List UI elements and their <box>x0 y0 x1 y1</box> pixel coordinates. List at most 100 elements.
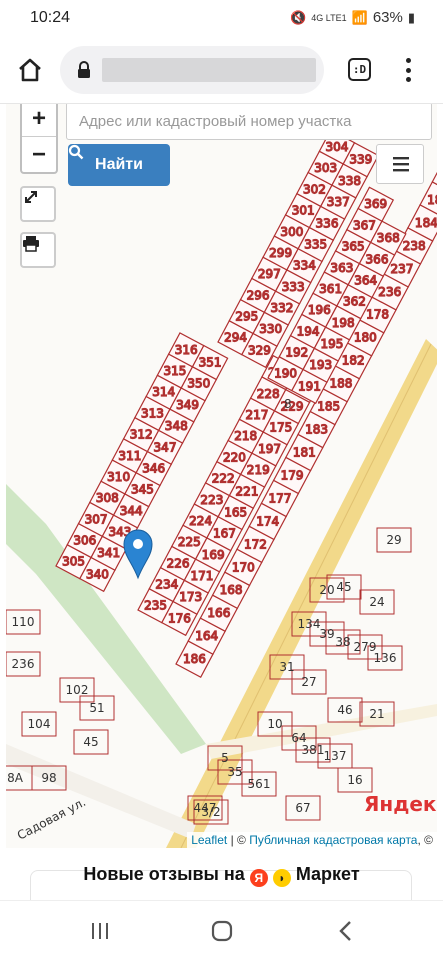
zoom-in-button[interactable]: + <box>22 104 56 137</box>
yandex-icon: Я <box>249 869 268 887</box>
parcel-number: 166 <box>207 606 230 620</box>
url-bar[interactable] <box>60 46 324 94</box>
parcel-number: 302 <box>303 182 326 196</box>
parcel-number: 196 <box>308 303 331 317</box>
parcel-number: 329 <box>248 343 271 357</box>
parcel-number: 171 <box>190 569 213 583</box>
parcel-number: 311 <box>118 449 141 463</box>
menu-dot-icon <box>405 58 411 63</box>
parcel-number: 238 <box>403 239 426 253</box>
parcel-number: 303 <box>314 161 337 175</box>
hamburger-icon <box>393 157 409 172</box>
search-button[interactable]: Найти <box>68 144 170 186</box>
parcel-number: 24 <box>369 595 384 609</box>
parcel-number: 365 <box>342 240 365 254</box>
parcel-number: 67 <box>295 801 310 815</box>
parcel-number: 332 <box>270 301 293 315</box>
parcel-number: 237 <box>391 262 414 276</box>
parcel-number: 316 <box>175 343 198 357</box>
parcel-number: 305 <box>62 555 85 569</box>
parcel-number: 219 <box>247 463 270 477</box>
parcel-number: 168 <box>220 583 243 597</box>
tabs-button[interactable]: :D <box>348 58 371 81</box>
parcel-number: 313 <box>141 406 164 420</box>
parcel-number: 173 <box>179 590 202 604</box>
parcel-number: 224 <box>189 514 212 528</box>
parcel-number: 27 <box>301 675 316 689</box>
parcel-number: 180 <box>354 331 377 345</box>
browser-menu-button[interactable] <box>398 54 418 86</box>
lock-icon <box>78 61 90 78</box>
parcel-number: 561 <box>248 777 271 791</box>
parcel-number: 175 <box>269 421 292 435</box>
leaflet-link[interactable]: Leaflet <box>191 833 227 847</box>
parcel-number: 20 <box>319 583 334 597</box>
zoom-out-button[interactable]: − <box>22 137 56 172</box>
parcel-number: 297 <box>258 267 281 281</box>
parcel-number: 8A <box>7 771 24 785</box>
parcel-number: 349 <box>176 398 199 412</box>
map-canvas[interactable]: 3053403063413073433083443103453113463123… <box>6 104 437 848</box>
parcel-number: 369 <box>364 197 387 211</box>
print-button[interactable] <box>20 232 56 268</box>
parcel-number: 225 <box>178 535 201 549</box>
reviews-section: Новые отзывы на Я ◗ Маркет <box>0 848 443 900</box>
home-button[interactable] <box>16 56 44 84</box>
parcel-number: 300 <box>280 225 303 239</box>
parcel-number: 310 <box>107 470 130 484</box>
parcel-number: 177 <box>268 491 291 505</box>
cadastral-search-input[interactable]: Адрес или кадастровый номер участка <box>66 104 432 140</box>
parcel-number: 193 <box>309 358 332 372</box>
parcel-number: 307 <box>85 512 108 526</box>
parcel-number: 16 <box>347 773 362 787</box>
parcel-number: 346 <box>142 461 165 475</box>
parcel-number: 363 <box>330 261 353 275</box>
parcel-number: 45 <box>83 735 98 749</box>
parcel-number: 169 <box>202 548 225 562</box>
parcel-number: 362 <box>343 295 366 309</box>
parcel-number: 296 <box>247 288 270 302</box>
parcel-number: 299 <box>269 246 292 260</box>
pkk-link[interactable]: Публичная кадастровая карта <box>249 833 417 847</box>
cadastral-map[interactable]: 305 340 306 341 307 343 308 344 310 345 311 346 312 3… <box>6 104 437 848</box>
parcel-number: 38 <box>335 635 350 649</box>
parcel-number: 221 <box>236 484 259 498</box>
parcel-number: 191 <box>298 379 321 393</box>
parcel-number: 338 <box>338 174 361 188</box>
back-button[interactable] <box>334 919 358 943</box>
parcel-number: 197 <box>258 442 281 456</box>
search-icon <box>68 144 84 160</box>
parcel-number: 10 <box>267 717 282 731</box>
battery-percent: 63% <box>372 9 403 26</box>
expand-icon <box>25 191 37 203</box>
recent-apps-button[interactable] <box>88 919 112 943</box>
parcel-number: 187 <box>427 193 437 207</box>
recents-icon <box>92 923 108 939</box>
parcel-number: 98 <box>41 771 56 785</box>
home-icon <box>19 58 41 82</box>
fullscreen-button[interactable] <box>20 186 56 222</box>
parcel-number: 350 <box>187 377 210 391</box>
parcel-number: 222 <box>212 472 235 486</box>
parcel-number: 167 <box>213 527 236 541</box>
parcel-number: 381 <box>302 743 325 757</box>
status-icons: 🔇 4G LTE1 📶 63% ▮ <box>290 9 415 26</box>
menu-dot-icon <box>405 67 411 73</box>
menu-dot-icon <box>405 77 411 82</box>
parcel-number: 334 <box>293 259 316 273</box>
parcel-number: 304 <box>326 140 349 154</box>
home-nav-button[interactable] <box>210 919 234 943</box>
parcel-number: 172 <box>244 537 267 551</box>
parcel-number: 182 <box>342 354 365 368</box>
layers-menu-button[interactable] <box>376 144 424 184</box>
market-icon: ◗ <box>272 869 291 887</box>
browser-toolbar: :D <box>0 36 443 104</box>
parcel-number: 178 <box>366 308 389 322</box>
reviews-title: Новые отзывы на Я ◗ Маркет <box>83 864 360 887</box>
location-marker[interactable] <box>123 529 153 580</box>
parcel-number: 218 <box>234 429 257 443</box>
zoom-control: + − <box>20 104 58 174</box>
parcel-number: 170 <box>232 560 255 574</box>
parcel-number: 217 <box>246 408 269 422</box>
parcel-number: 46 <box>337 703 352 717</box>
